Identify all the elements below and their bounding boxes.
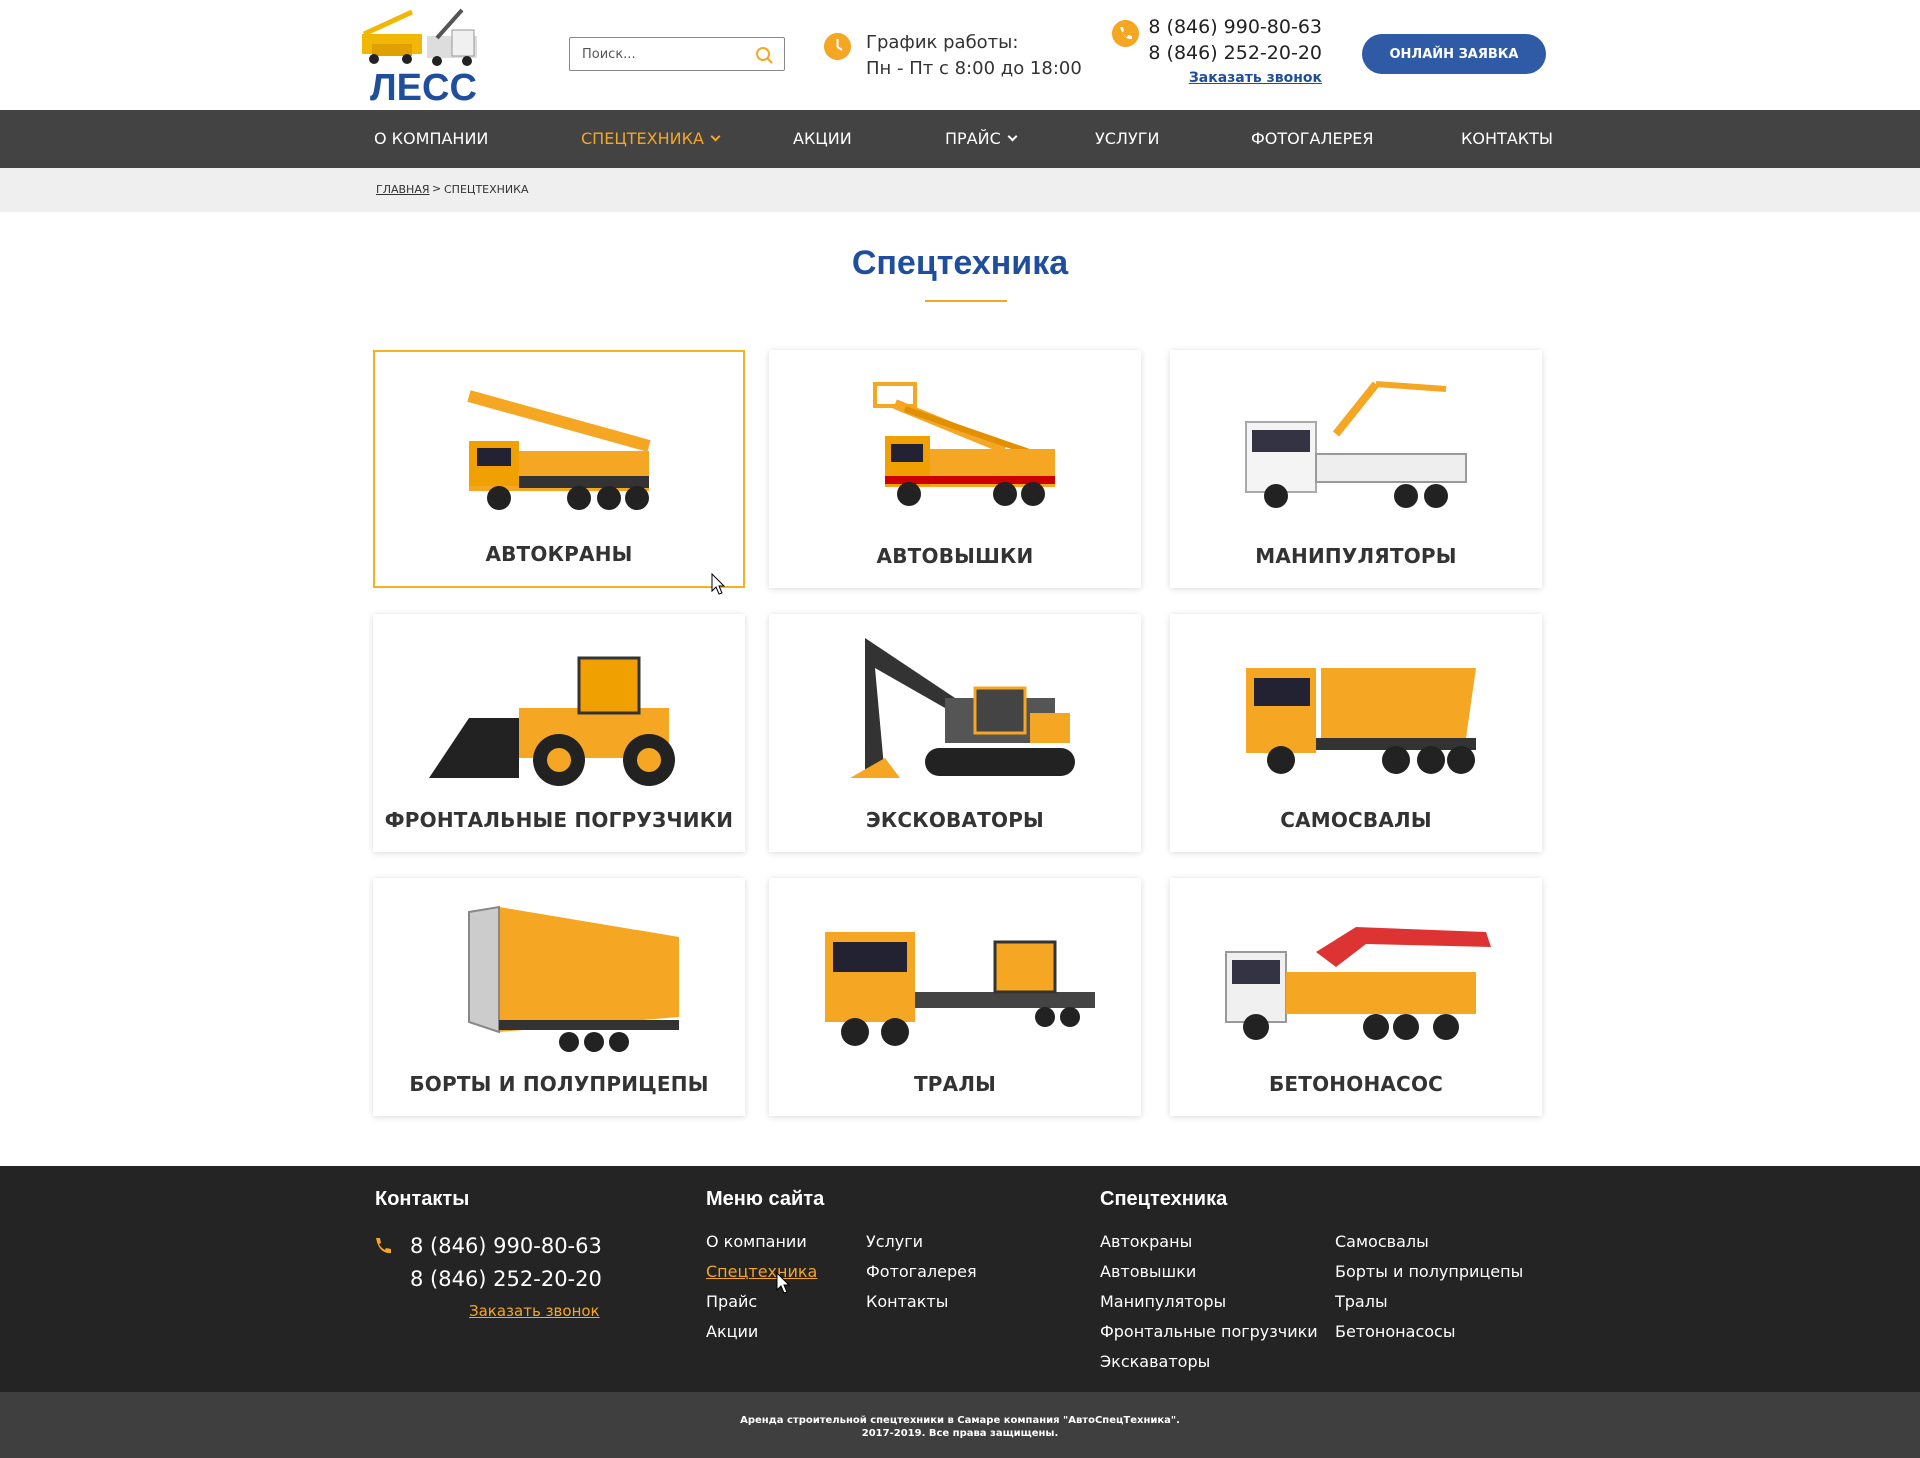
header-phones: 8 (846) 990-80-63 8 (846) 252-20-20 [1130,14,1322,66]
footer-phone-2[interactable]: 8 (846) 252-20-20 [410,1267,602,1291]
online-request-button[interactable]: ОНЛАЙН ЗАЯВКА [1362,34,1546,74]
footer-phone-1[interactable]: 8 (846) 990-80-63 [410,1234,602,1258]
excavator-image [850,638,1075,778]
footer-equipment-link[interactable]: Тралы [1335,1292,1388,1311]
front-loader-image [429,656,675,786]
breadcrumb-current: СПЕЦТЕХНИКА [444,183,529,196]
footer-equipment-title: Спецтехника [1100,1188,1228,1210]
card-label: БОРТЫ И ПОЛУПРИЦЕПЫ [409,1072,709,1096]
breadcrumb-separator: > [432,182,442,195]
site-logo[interactable]: ЛЕСС [352,4,500,104]
semi-trailer-image [468,905,679,1052]
footer-equipment-link[interactable]: Бетононасосы [1335,1322,1455,1341]
copyright-line-1: Аренда строительной спецтехники в Самаре… [740,1415,1180,1426]
footer-menu-promos[interactable]: Акции [706,1322,758,1341]
card-label: ЭКСКОВАТОРЫ [865,808,1044,832]
nav-item-services[interactable]: УСЛУГИ [1095,110,1159,168]
truck-crane-image [467,390,651,510]
nav-label: О КОМПАНИИ [374,129,489,148]
nav-item-contacts[interactable]: КОНТАКТЫ [1461,110,1553,168]
main-nav: О КОМПАНИИ СПЕЦТЕХНИКА АКЦИИ ПРАЙС УСЛУГ… [0,110,1920,168]
site-header: ЛЕСС График работы: Пн - Пт с 8:00 до 18… [0,0,1920,110]
card-concrete-pumps[interactable]: БЕТОНОНАСОС [1170,878,1542,1116]
footer-equipment-link[interactable]: Экскаваторы [1100,1352,1210,1371]
breadcrumb-home[interactable]: ГЛАВНАЯ [376,183,430,196]
card-label: БЕТОНОНАСОС [1268,1072,1444,1096]
search-box [569,37,785,71]
aerial-platform-image [873,382,1055,506]
manipulator-image [1245,381,1467,508]
work-hours: График работы: Пн - Пт с 8:00 до 18:00 [866,30,1082,82]
nav-item-promos[interactable]: АКЦИИ [793,110,852,168]
card-excavators[interactable]: ЭКСКОВАТОРЫ [769,614,1141,852]
footer-menu-price[interactable]: Прайс [706,1292,757,1311]
nav-item-price[interactable]: ПРАЙС [945,110,1018,168]
card-aerial-platforms[interactable]: АВТОВЫШКИ [769,350,1141,588]
site-footer: Контакты 8 (846) 990-80-63 8 (846) 252-2… [0,1166,1920,1392]
footer-equipment-link[interactable]: Самосвалы [1335,1232,1429,1251]
nav-item-equipment[interactable]: СПЕЦТЕХНИКА [581,110,721,168]
nav-item-about[interactable]: О КОМПАНИИ [374,110,488,168]
mouse-cursor-icon [776,1272,790,1294]
card-label: ТРАЛЫ [913,1072,997,1096]
card-label: МАНИПУЛЯТОРЫ [1255,544,1457,568]
footer-menu-title: Меню сайта [706,1188,825,1210]
clock-icon [824,33,851,60]
footer-callback-link[interactable]: Заказать звонок [469,1302,600,1320]
footer-menu-equipment[interactable]: Спецтехника [706,1262,817,1281]
header-callback-link[interactable]: Заказать звонок [1164,70,1322,86]
card-label: АВТОВЫШКИ [876,544,1034,568]
card-label: АВТОКРАНЫ [485,542,633,566]
card-dump-trucks[interactable]: САМОСВАЛЫ [1170,614,1542,852]
title-underline [925,300,1007,302]
card-truck-cranes[interactable]: АВТОКРАНЫ [373,350,745,588]
copyright-bar: Аренда строительной спецтехники в Самаре… [0,1392,1920,1458]
footer-contacts-title: Контакты [375,1188,470,1210]
footer-equipment-link[interactable]: Автовышки [1100,1262,1196,1281]
header-phone-2[interactable]: 8 (846) 252-20-20 [1130,40,1322,66]
footer-equipment-link[interactable]: Борты и полуприцепы [1335,1262,1523,1281]
card-lowboy-trailers[interactable]: ТРАЛЫ [769,878,1141,1116]
mouse-cursor-icon [711,573,725,595]
chevron-down-icon [710,131,721,142]
svg-text:ЛЕСС: ЛЕСС [370,67,477,104]
footer-menu-about[interactable]: О компании [706,1232,807,1251]
concrete-pump-image [1225,927,1491,1040]
chevron-down-icon [1007,131,1018,142]
breadcrumb: ГЛАВНАЯ > СПЕЦТЕХНИКА [0,168,1920,212]
card-front-loaders[interactable]: ФРОНТАЛЬНЫЕ ПОГРУЗЧИКИ [373,614,745,852]
hours-value: Пн - Пт с 8:00 до 18:00 [866,58,1082,79]
hours-title: График работы: [866,32,1019,53]
lowboy-trailer-image [825,932,1095,1046]
footer-equipment-link[interactable]: Манипуляторы [1100,1292,1226,1311]
nav-label: КОНТАКТЫ [1461,129,1553,148]
card-label: САМОСВАЛЫ [1280,808,1432,832]
footer-equipment-link[interactable]: Автокраны [1100,1232,1192,1251]
phone-icon [376,1238,391,1254]
nav-item-gallery[interactable]: ФОТОГАЛЕРЕЯ [1251,110,1373,168]
copyright-line-2: 2017-2019. Все права защищены. [861,1428,1059,1439]
card-label: ФРОНТАЛЬНЫЕ ПОГРУЗЧИКИ [384,808,734,832]
nav-label: АКЦИИ [793,129,852,148]
nav-label: УСЛУГИ [1095,129,1160,148]
footer-menu-services[interactable]: Услуги [866,1232,923,1251]
nav-label: ПРАЙС [945,129,1001,148]
footer-menu-contacts[interactable]: Контакты [866,1292,948,1311]
header-phone-1[interactable]: 8 (846) 990-80-63 [1130,14,1322,40]
search-input[interactable] [570,38,740,70]
nav-label: СПЕЦТЕХНИКА [581,129,704,148]
search-icon[interactable] [754,45,774,65]
card-manipulators[interactable]: МАНИПУЛЯТОРЫ [1170,350,1542,588]
nav-label: ФОТОГАЛЕРЕЯ [1251,129,1374,148]
page-title: Спецтехника [851,244,1069,282]
footer-menu-gallery[interactable]: Фотогалерея [866,1262,977,1281]
dump-truck-image [1246,668,1476,774]
card-semi-trailers[interactable]: БОРТЫ И ПОЛУПРИЦЕПЫ [373,878,745,1116]
footer-equipment-link[interactable]: Фронтальные погрузчики [1100,1322,1318,1341]
